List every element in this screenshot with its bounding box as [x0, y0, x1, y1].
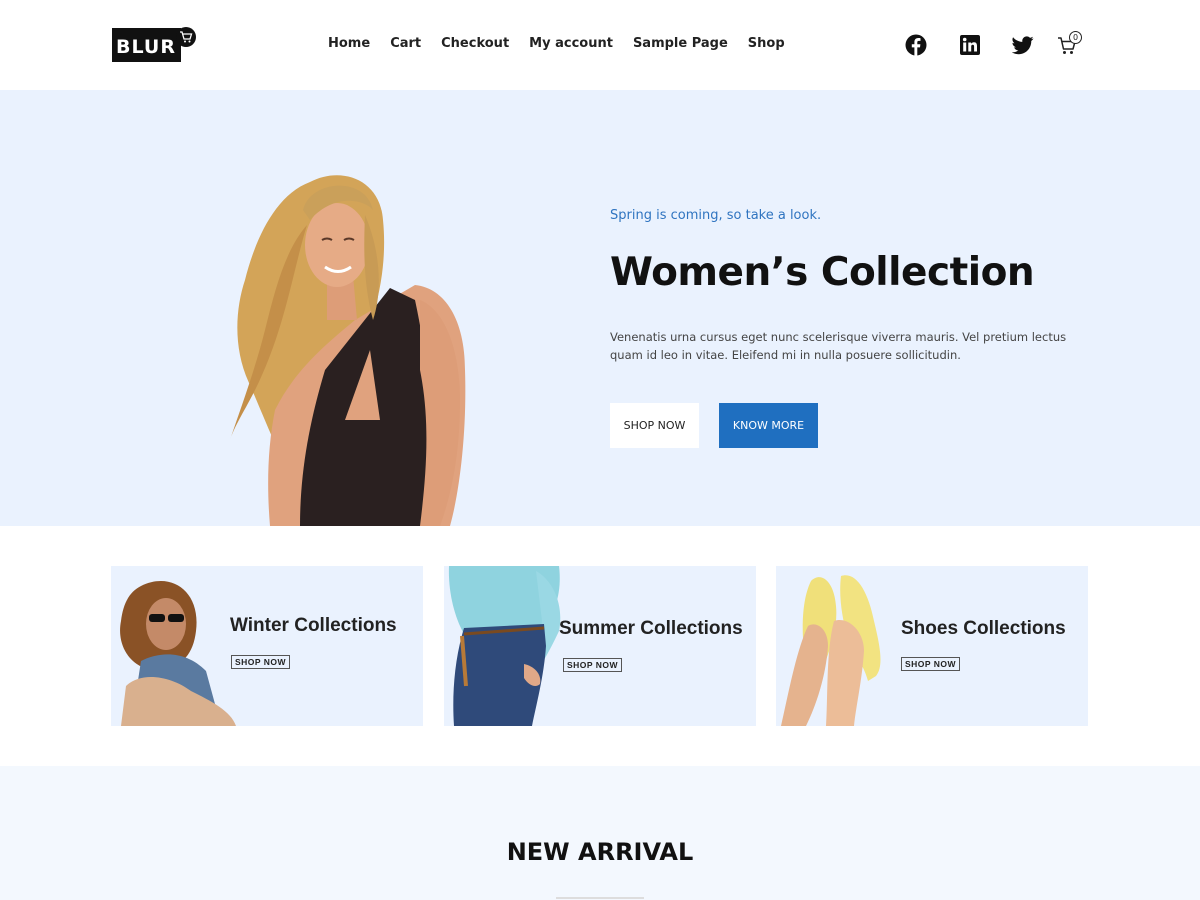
site-logo[interactable]: BLUR: [112, 27, 196, 62]
category-title-shoes: Shoes Collections: [901, 618, 1066, 639]
nav-home[interactable]: Home: [328, 36, 370, 51]
category-title-summer: Summer Collections: [559, 618, 743, 639]
main-nav: Home Cart Checkout My account Sample Pag…: [318, 36, 805, 51]
section-divider: [556, 897, 644, 899]
winter-shop-now-button[interactable]: SHOP NOW: [231, 655, 291, 669]
winter-model-image: [120, 581, 236, 726]
nav-cart[interactable]: Cart: [390, 36, 421, 51]
shoes-shop-now-button[interactable]: SHOP NOW: [901, 657, 961, 671]
hero-title: Women’s Collection: [610, 250, 1035, 295]
cart-count-badge: 0: [1069, 31, 1082, 44]
facebook-icon[interactable]: [905, 34, 927, 56]
hero-description: Venenatis urna cursus eget nunc sceleris…: [610, 330, 1067, 362]
nav-my-account[interactable]: My account: [529, 36, 613, 51]
nav-checkout[interactable]: Checkout: [441, 36, 509, 51]
shoes-image: [781, 575, 881, 726]
shop-now-button[interactable]: SHOP NOW: [610, 403, 699, 448]
logo-cart-icon: [175, 27, 196, 47]
category-card-summer[interactable]: Summer Collections SHOP NOW: [444, 566, 756, 726]
category-title-winter: Winter Collections: [230, 615, 397, 636]
category-card-winter[interactable]: Winter Collections SHOP NOW: [111, 566, 423, 726]
summer-shop-now-button[interactable]: SHOP NOW: [563, 658, 623, 672]
summer-model-image: [448, 566, 561, 726]
new-arrival-section: NEW ARRIVAL: [0, 766, 1200, 900]
twitter-icon[interactable]: [1012, 34, 1034, 56]
category-card-shoes[interactable]: Shoes Collections SHOP NOW: [776, 566, 1088, 726]
hero-tagline: Spring is coming, so take a look.: [610, 208, 822, 223]
know-more-button[interactable]: KNOW MORE: [719, 403, 818, 448]
linkedin-icon[interactable]: [959, 34, 981, 56]
logo-text: BLUR: [112, 28, 181, 62]
site-header: BLUR Home Cart Checkout My account Sampl…: [0, 0, 1200, 90]
nav-shop[interactable]: Shop: [748, 36, 785, 51]
hero-banner: Spring is coming, so take a look. Women’…: [0, 90, 1200, 526]
new-arrival-title: NEW ARRIVAL: [506, 838, 694, 866]
hero-model-image: [230, 175, 466, 526]
nav-sample-page[interactable]: Sample Page: [633, 36, 728, 51]
